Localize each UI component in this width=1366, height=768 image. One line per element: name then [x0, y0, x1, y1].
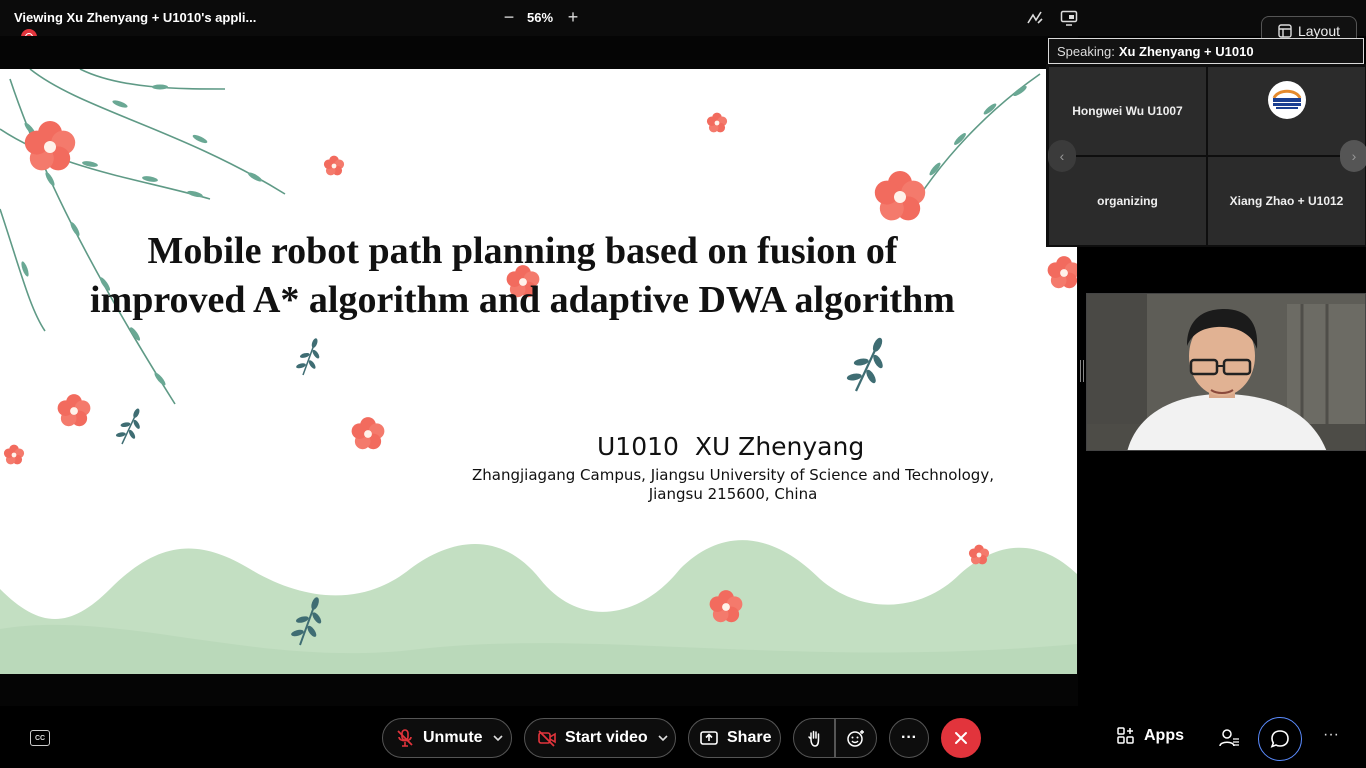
speaking-indicator: Speaking: Xu Zhenyang + U1010: [1048, 38, 1364, 64]
share-upload-icon: [700, 731, 718, 745]
video-off-icon: [538, 730, 556, 747]
organization-logo-icon: [1268, 81, 1306, 119]
affiliation-line-2: Jiangsu 215600, China: [648, 485, 818, 503]
participant-name: Hongwei Wu U1007: [1072, 104, 1183, 118]
apps-grid-icon: [1117, 727, 1134, 744]
layout-grid-icon: [1278, 24, 1292, 38]
unmute-button[interactable]: Unmute: [382, 718, 512, 758]
chat-button[interactable]: [1258, 717, 1302, 761]
microphone-muted-icon: [397, 729, 413, 747]
chevron-down-icon[interactable]: [491, 731, 505, 745]
participant-name: organizing: [1097, 194, 1158, 208]
participant-name: Xiang Zhao + U1012: [1229, 194, 1344, 208]
participants-icon[interactable]: [1218, 727, 1240, 749]
closed-captions-button[interactable]: CC: [30, 730, 50, 746]
self-video-preview[interactable]: [1086, 293, 1366, 451]
raise-hand-button[interactable]: [793, 718, 835, 758]
participant-tile[interactable]: Xiang Zhao + U1012: [1208, 157, 1365, 245]
share-label: Share: [727, 729, 772, 746]
slide-title-line-2: improved A* algorithm and adaptive DWA a…: [90, 279, 955, 321]
annotate-icon[interactable]: [1026, 9, 1044, 27]
smiley-reactions-icon: [847, 730, 864, 747]
next-page-button[interactable]: ›: [1340, 140, 1366, 172]
zoom-in-button[interactable]: +: [564, 6, 582, 28]
participant-tile[interactable]: [1208, 67, 1365, 155]
viewing-title: Viewing Xu Zhenyang + U1010's appli...: [14, 10, 257, 25]
start-video-button[interactable]: Start video: [524, 718, 676, 758]
affiliation-line-1: Zhangjiagang Campus, Jiangsu University …: [472, 466, 994, 484]
zoom-level: 56%: [527, 10, 554, 25]
unmute-label: Unmute: [423, 729, 483, 746]
more-options-button[interactable]: ···: [889, 718, 929, 758]
leave-meeting-button[interactable]: [941, 718, 981, 758]
participant-tile[interactable]: Hongwei Wu U1007: [1049, 67, 1206, 155]
apps-label: Apps: [1144, 727, 1184, 744]
close-x-icon: [955, 732, 967, 744]
slide-author: U1010 XU Zhenyang: [597, 432, 865, 461]
participant-tile[interactable]: organizing: [1049, 157, 1206, 245]
layout-label: Layout: [1297, 23, 1341, 39]
reactions-button[interactable]: [835, 718, 877, 758]
apps-button[interactable]: Apps: [1116, 726, 1184, 746]
share-screen-icon[interactable]: [1060, 9, 1078, 27]
start-video-label: Start video: [565, 729, 648, 746]
chevron-down-icon[interactable]: [656, 731, 670, 745]
previous-page-button[interactable]: ‹: [1048, 140, 1076, 172]
slide-title-line-1: Mobile robot path planning based on fusi…: [147, 230, 898, 272]
speaking-name: Xu Zhenyang + U1010: [1118, 43, 1254, 59]
zoom-out-button[interactable]: −: [500, 6, 518, 28]
meeting-toolbar: CC Unmute Start video Share ··· Apps ···: [0, 706, 1366, 768]
participant-grid: Hongwei Wu U1007 organizing Xiang Zhao +…: [1046, 64, 1366, 247]
slide-decoration: [0, 69, 1077, 674]
shared-slide: Mobile robot path planning based on fusi…: [0, 69, 1077, 674]
share-button[interactable]: Share: [688, 718, 781, 758]
chat-bubble-icon: [1270, 730, 1289, 748]
panel-resize-handle[interactable]: [1080, 360, 1084, 382]
slide-title: Mobile robot path planning based on fusi…: [0, 227, 1045, 325]
top-bar: Viewing Xu Zhenyang + U1010's appli... −…: [0, 0, 1366, 36]
participant-video-image: [1087, 294, 1365, 450]
slide-affiliation: Zhangjiagang Campus, Jiangsu University …: [460, 466, 1006, 504]
speaking-label: Speaking:: [1057, 43, 1115, 59]
raise-hand-icon: [808, 730, 820, 747]
overflow-menu-button[interactable]: ···: [1323, 726, 1339, 744]
